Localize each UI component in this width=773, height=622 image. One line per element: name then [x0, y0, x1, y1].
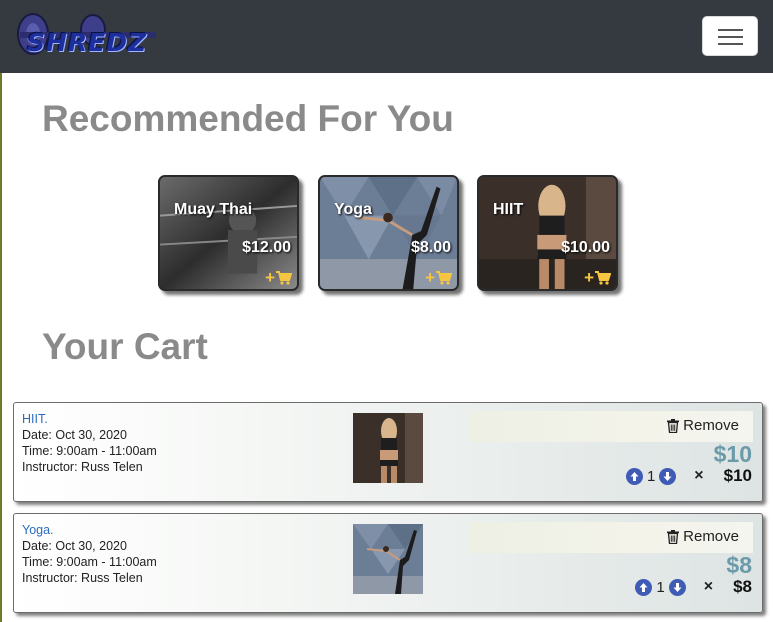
cart-item-date: Date: Oct 30, 2020: [22, 539, 127, 553]
trash-icon: [667, 418, 680, 433]
remove-label: Remove: [683, 417, 739, 434]
cart-item: Yoga. Date: Oct 30, 2020 Time: 9:00am - …: [13, 513, 763, 613]
plus-icon: +: [584, 268, 594, 287]
cart-plus-icon: [276, 271, 292, 285]
recommended-card-muay-thai[interactable]: Muay Thai $12.00 +: [158, 175, 299, 291]
add-to-cart-button[interactable]: +: [584, 268, 611, 287]
quantity-value: 1: [656, 578, 665, 596]
remove-bar: Remove: [470, 411, 753, 442]
line-total: $10: [723, 466, 752, 485]
trash-icon: [667, 529, 680, 544]
add-to-cart-button[interactable]: +: [265, 268, 292, 287]
recommended-price: $10.00: [561, 239, 610, 256]
brand-name: SHREDZ: [27, 28, 148, 57]
cart-item-time: Time: 9:00am - 11:00am: [22, 444, 157, 458]
recommended-card-hiit[interactable]: HIIT $10.00 +: [477, 175, 618, 291]
cart-item-date: Date: Oct 30, 2020: [22, 428, 127, 442]
cart-item-title[interactable]: HIIT.: [22, 411, 157, 427]
arrow-up-circle-icon[interactable]: [635, 578, 653, 596]
line-total: $8: [733, 577, 752, 596]
recommended-name: Muay Thai: [174, 201, 253, 218]
recommended-price: $8.00: [410, 239, 451, 256]
remove-button[interactable]: Remove: [667, 528, 739, 545]
quantity-row: 1 × $8: [635, 577, 752, 597]
add-to-cart-button[interactable]: +: [425, 268, 452, 287]
cart-item-instructor: Instructor: Russ Telen: [22, 571, 143, 585]
remove-bar: Remove: [470, 522, 753, 553]
cart-item-instructor: Instructor: Russ Telen: [22, 460, 143, 474]
recommended-heading: Recommended For You: [42, 98, 454, 139]
cart-item-details: Yoga. Date: Oct 30, 2020 Time: 9:00am - …: [22, 522, 157, 586]
cart-item-price: $8: [726, 552, 752, 578]
recommended-name: Yoga: [334, 201, 372, 218]
cart-item-time: Time: 9:00am - 11:00am: [22, 555, 157, 569]
cart-heading: Your Cart: [42, 326, 208, 367]
plus-icon: +: [265, 268, 275, 287]
remove-button[interactable]: Remove: [667, 417, 739, 434]
cart-item-thumbnail: [353, 524, 423, 594]
arrow-down-circle-icon[interactable]: [668, 578, 686, 596]
recommended-card-yoga[interactable]: Yoga $8.00 +: [318, 175, 459, 291]
brand-logo[interactable]: SHREDZ: [16, 12, 161, 60]
quantity-value: 1: [646, 467, 656, 485]
cart-item-price: $10: [713, 441, 752, 467]
cart-plus-icon: [436, 271, 452, 285]
page-edge: [0, 73, 2, 622]
cart-item-title[interactable]: Yoga.: [22, 522, 157, 538]
cart-item-details: HIIT. Date: Oct 30, 2020 Time: 9:00am - …: [22, 411, 157, 475]
cart-item-thumbnail: [353, 413, 423, 483]
remove-label: Remove: [683, 528, 739, 545]
arrow-up-circle-icon[interactable]: [625, 467, 643, 485]
multiply-sign: ×: [694, 467, 704, 484]
quantity-row: 1 × $10: [625, 466, 752, 486]
recommended-name: HIIT: [493, 201, 524, 218]
plus-icon: +: [425, 268, 435, 287]
multiply-sign: ×: [703, 578, 714, 595]
arrow-down-circle-icon[interactable]: [659, 467, 677, 485]
cart-item: HIIT. Date: Oct 30, 2020 Time: 9:00am - …: [13, 402, 763, 502]
recommended-price: $12.00: [242, 239, 291, 256]
cart-plus-icon: [595, 271, 611, 285]
navbar: SHREDZ: [0, 0, 773, 73]
hamburger-icon: [718, 29, 743, 31]
menu-toggle-button[interactable]: [702, 16, 758, 56]
